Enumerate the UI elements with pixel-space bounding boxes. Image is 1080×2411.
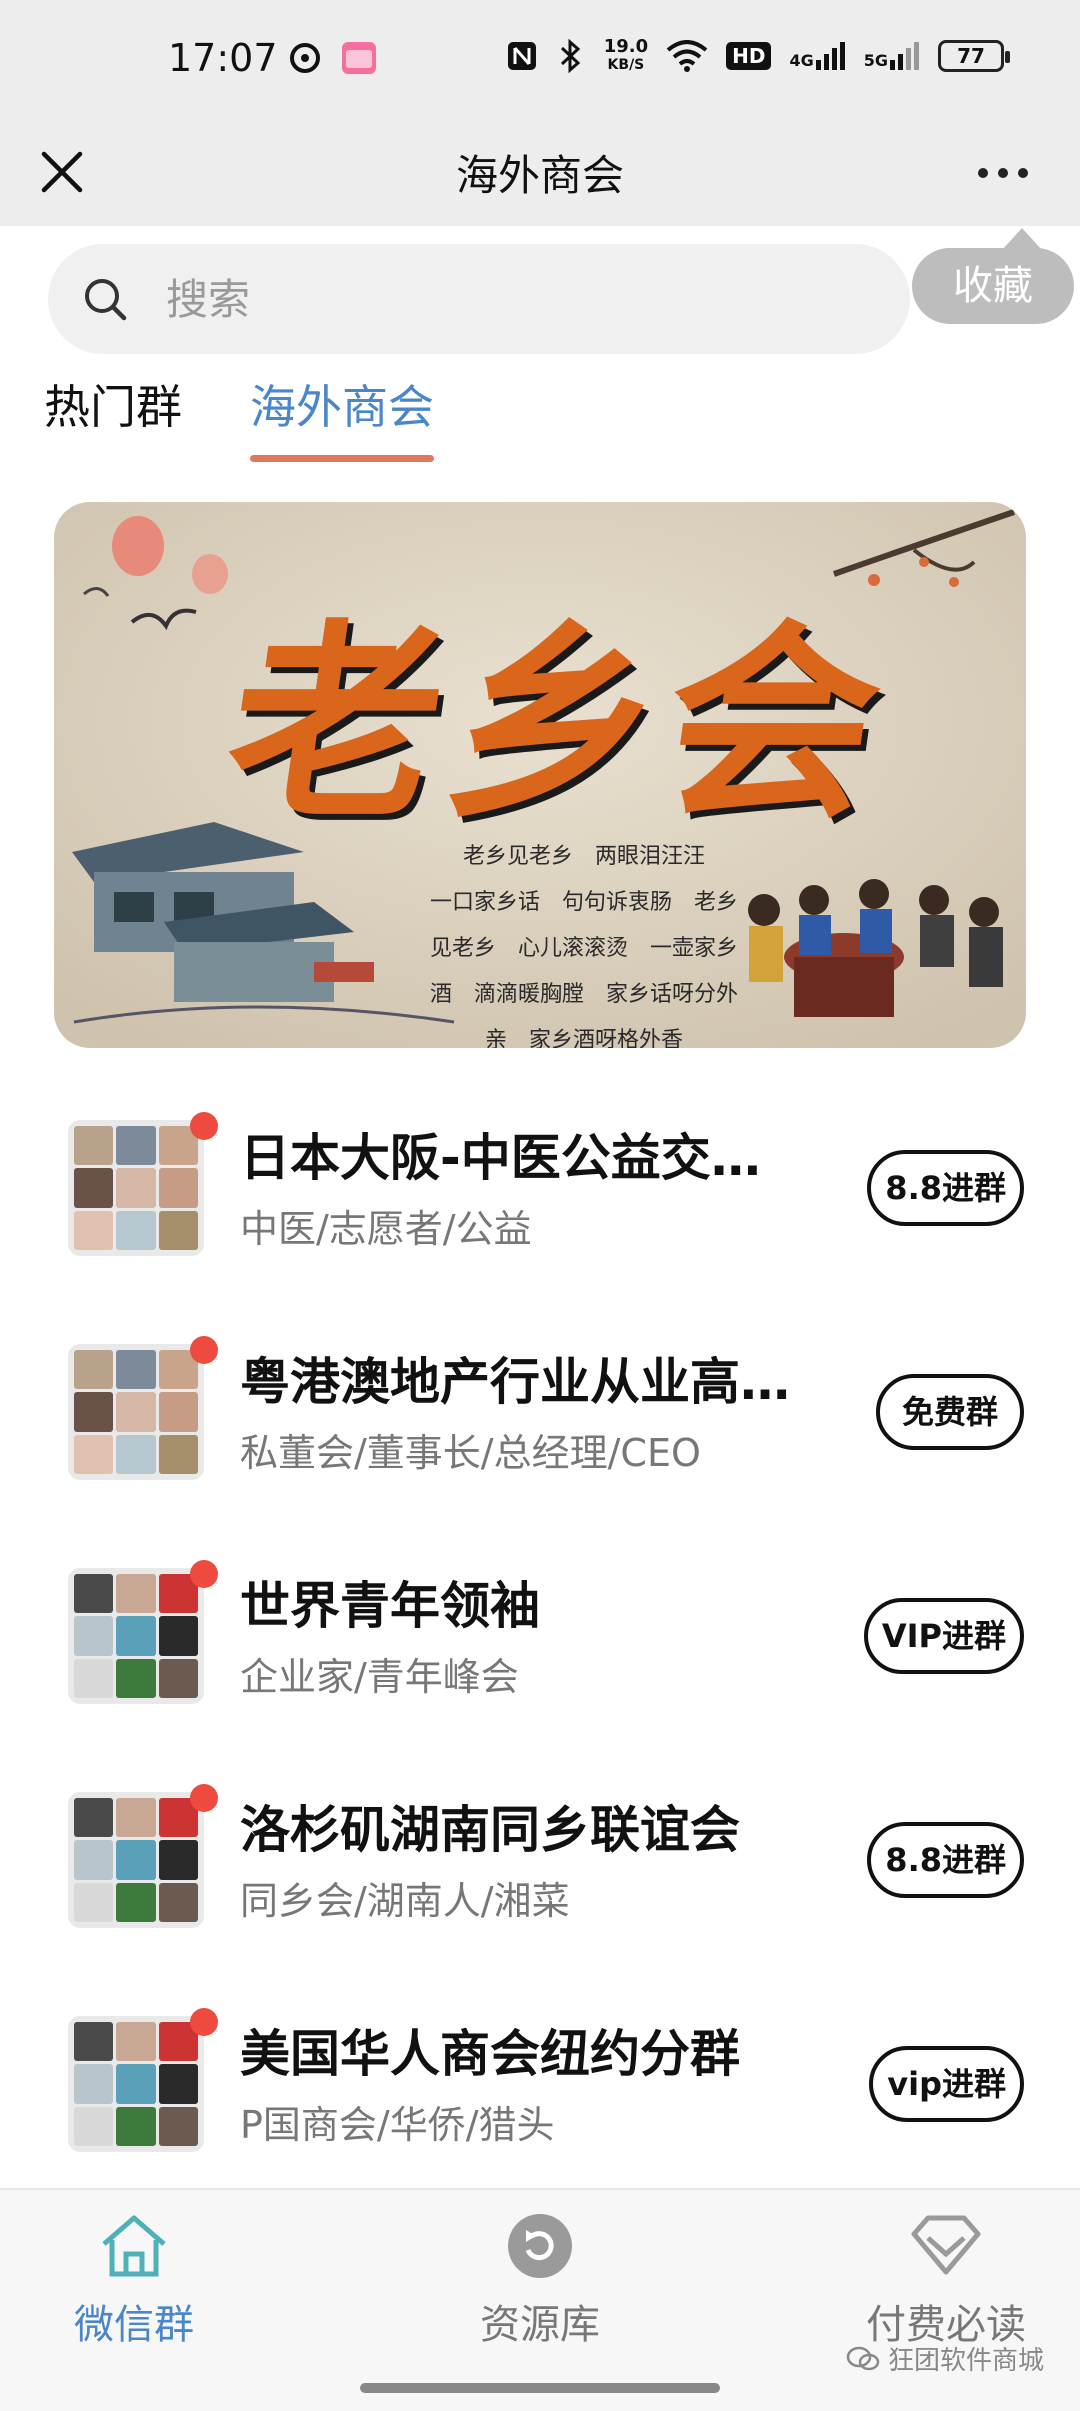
bilibili-icon (342, 42, 376, 74)
group-title: 世界青年领袖 (240, 1577, 540, 1635)
nfc-icon (507, 42, 536, 70)
bottom-nav: 微信群 资源库 付费必读 (0, 2188, 1080, 2411)
unread-dot (190, 2008, 218, 2036)
join-group-button[interactable]: VIP进群 (863, 1598, 1024, 1674)
group-row[interactable]: 世界青年领袖 企业家/青年峰会 VIP进群 (0, 1532, 1080, 1756)
signal-5g: 5G (864, 42, 920, 70)
group-row[interactable]: 洛杉矶湖南同乡联谊会 同乡会/湖南人/湘菜 8.8进群 (0, 1756, 1080, 1980)
status-left-icons (288, 40, 378, 76)
page-title: 海外商会 (455, 151, 624, 200)
group-row[interactable]: 粤港澳地产行业从业高… 私董会/董事长/总经理/CEO 免费群 (0, 1308, 1080, 1532)
diamond-icon (911, 2215, 981, 2275)
bottom-nav-resources[interactable]: 资源库 (420, 2210, 660, 2350)
nav-bar: 海外商会 (0, 118, 1080, 226)
search-icon (85, 279, 127, 321)
bluetooth-icon (560, 39, 580, 73)
hd-badge: HD (726, 42, 772, 70)
join-group-button[interactable]: vip进群 (869, 2046, 1024, 2122)
bottom-nav-wechat-groups[interactable]: 微信群 (14, 2210, 254, 2350)
signal-4g: 4G (789, 42, 845, 70)
search-bar[interactable] (48, 244, 910, 354)
group-avatar (68, 1792, 204, 1928)
hometown-banner[interactable]: 老乡会 老乡见老乡 两眼泪汪汪 一口家乡话 句句诉衷肠 老乡 见老乡 心儿滚滚烫… (54, 502, 1026, 1048)
group-avatar (68, 1120, 204, 1256)
group-tags: 企业家/青年峰会 (240, 1655, 519, 1699)
bottom-nav-paid-notice[interactable]: 付费必读 (826, 2210, 1066, 2350)
group-avatar (68, 1344, 204, 1480)
group-row[interactable]: 日本大阪-中医公益交… 中医/志愿者/公益 8.8进群 (0, 1084, 1080, 1308)
status-right-icons: 19.0 KB/S HD 4G 5G 77 (506, 36, 1010, 74)
status-bar: 17:07 19.0 KB/S HD 4G 5G 77 (0, 0, 1080, 118)
group-tags: 私董会/董事长/总经理/CEO (240, 1431, 701, 1475)
group-avatar (68, 1568, 204, 1704)
tab-overseas-chamber[interactable]: 海外商会 (250, 372, 434, 462)
netease-music-icon (290, 43, 320, 73)
wifi-icon (666, 40, 708, 72)
group-title: 洛杉矶湖南同乡联谊会 (240, 1801, 740, 1859)
group-title: 美国华人商会纽约分群 (240, 2025, 740, 2083)
group-row[interactable]: 美国华人商会纽约分群 P国商会/华侨/猎头 vip进群 (0, 1980, 1080, 2204)
join-group-button[interactable]: 8.8进群 (867, 1150, 1024, 1226)
home-icon (102, 2215, 166, 2277)
group-tags: 中医/志愿者/公益 (240, 1207, 532, 1251)
banner-poem: 老乡见老乡 两眼泪汪汪 一口家乡话 句句诉衷肠 老乡 见老乡 心儿滚滚烫 一壶家… (429, 844, 738, 1048)
network-speed: 19.0 KB/S (603, 36, 649, 74)
active-tab-indicator (250, 455, 434, 462)
refresh-circle-icon (508, 2214, 572, 2278)
unread-dot (190, 1336, 218, 1364)
group-avatar (68, 2016, 204, 2152)
unread-dot (190, 1560, 218, 1588)
unread-dot (190, 1112, 218, 1140)
banner-title: 老乡会 (214, 600, 903, 847)
group-tags: 同乡会/湖南人/湘菜 (240, 1879, 570, 1923)
watermark: 狂团软件商城 (846, 2340, 1044, 2377)
group-tags: P国商会/华侨/猎头 (240, 2103, 555, 2147)
more-options-icon[interactable] (968, 148, 1038, 198)
status-time: 17:07 (168, 36, 278, 80)
favorite-tooltip[interactable]: 收藏 (912, 228, 1074, 324)
group-title: 日本大阪-中医公益交… (240, 1129, 761, 1187)
join-group-button[interactable]: 免费群 (876, 1374, 1024, 1450)
battery-indicator: 77 (938, 40, 1010, 72)
unread-dot (190, 1784, 218, 1812)
tab-hot-groups[interactable]: 热门群 (44, 372, 182, 462)
search-input[interactable] (166, 270, 866, 328)
group-title: 粤港澳地产行业从业高… (240, 1353, 790, 1411)
tab-bar: 热门群 海外商会 (44, 372, 434, 462)
home-indicator (360, 2383, 720, 2393)
join-group-button[interactable]: 8.8进群 (867, 1822, 1024, 1898)
wechat-icon (846, 2346, 880, 2370)
